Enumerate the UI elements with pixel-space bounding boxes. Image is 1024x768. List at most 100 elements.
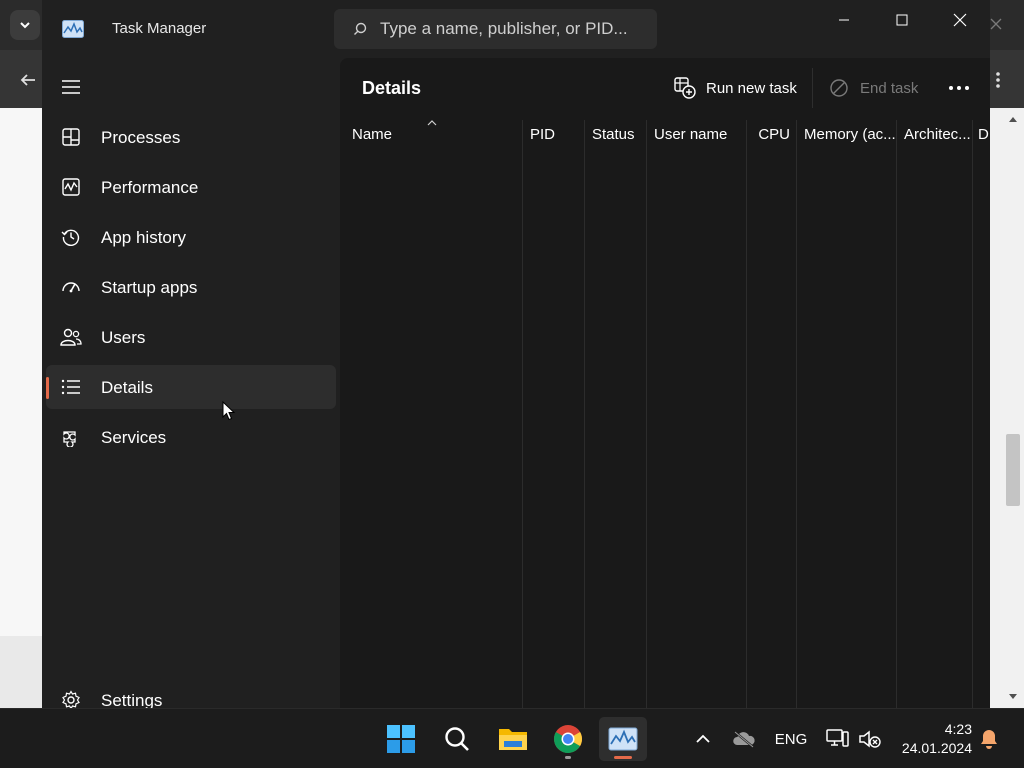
browser-menu-icon[interactable] — [988, 66, 1008, 94]
network-icon — [826, 729, 849, 747]
column-header-name[interactable]: Name — [344, 118, 522, 150]
more-options-button[interactable] — [944, 72, 974, 104]
page-title: Details — [362, 78, 422, 98]
details-icon — [60, 376, 82, 398]
sidebar-item-label: Startup apps — [101, 278, 198, 297]
more-options-icon — [949, 86, 969, 90]
search-icon — [445, 727, 469, 751]
sidebar-item-processes[interactable]: Processes — [46, 115, 336, 159]
language-indicator[interactable]: ENG — [774, 727, 808, 751]
sidebar-item-label: App history — [101, 228, 187, 247]
column-header-user-name[interactable]: User name — [646, 118, 746, 150]
sidebar-item-details[interactable]: Details — [46, 365, 336, 409]
column-header-cpu[interactable]: CPU — [746, 118, 796, 150]
column-divider — [896, 120, 897, 708]
onedrive-tray-button[interactable] — [731, 727, 757, 751]
scroll-down-arrow[interactable] — [1006, 690, 1020, 704]
details-page: Details Run new task End task Name PID S… — [340, 58, 990, 708]
users-icon — [60, 326, 82, 348]
chevron-up-icon — [696, 734, 710, 743]
search-box[interactable] — [334, 9, 657, 49]
column-header-architecture[interactable]: Architec... — [896, 118, 972, 150]
chrome-icon — [554, 725, 582, 753]
taskbar-search-button[interactable] — [433, 717, 481, 761]
end-task-icon — [828, 77, 850, 99]
sidebar-item-users[interactable]: Users — [46, 315, 336, 359]
search-icon — [354, 22, 367, 35]
file-explorer-icon — [499, 729, 527, 750]
bell-icon — [981, 730, 997, 749]
sidebar-item-label: Details — [101, 378, 153, 397]
column-divider — [584, 120, 585, 708]
start-icon — [387, 725, 415, 753]
onedrive-offline-icon — [733, 731, 755, 748]
taskbar: ENG 4:23 24.01.2024 — [0, 708, 1024, 768]
volume-tray-button[interactable] — [857, 727, 883, 751]
running-indicator — [565, 756, 571, 759]
volume-muted-icon — [859, 730, 881, 748]
scroll-up-arrow[interactable] — [1006, 112, 1020, 126]
column-divider — [522, 120, 523, 708]
app-history-icon — [60, 226, 82, 248]
taskbar-file-explorer[interactable] — [489, 717, 537, 761]
end-task-label: End task — [860, 79, 919, 97]
startup-apps-icon — [60, 276, 82, 298]
browser-back-button[interactable] — [14, 66, 42, 94]
mouse-cursor-icon — [222, 401, 236, 421]
run-new-task-button[interactable]: Run new task — [674, 72, 797, 104]
performance-icon — [60, 176, 82, 198]
column-divider — [796, 120, 797, 708]
scrollbar-thumb[interactable] — [1006, 434, 1020, 506]
services-icon — [60, 426, 82, 448]
taskbar-chrome[interactable] — [544, 717, 592, 761]
clock-date: 24.01.2024 — [901, 740, 972, 756]
maximize-button[interactable] — [873, 0, 931, 40]
close-icon — [953, 13, 967, 27]
task-manager-icon — [608, 727, 638, 751]
notifications-button[interactable] — [978, 727, 1000, 751]
navigation-sidebar: Processes Performance App history Startu… — [42, 58, 340, 708]
title-bar: Task Manager — [42, 0, 990, 58]
browser-page-content — [0, 108, 42, 636]
tab-search-button[interactable] — [10, 10, 40, 40]
clock[interactable]: 4:23 24.01.2024 — [896, 720, 972, 758]
column-header-status[interactable]: Status — [584, 118, 646, 150]
show-hidden-icons-button[interactable] — [692, 727, 714, 751]
maximize-icon — [896, 14, 908, 26]
end-task-button[interactable]: End task — [828, 72, 918, 104]
sidebar-item-label: Processes — [101, 128, 181, 147]
column-divider — [646, 120, 647, 708]
chevron-down-icon — [20, 22, 30, 29]
start-button[interactable] — [377, 717, 425, 761]
run-new-task-icon — [674, 77, 696, 99]
column-divider — [746, 120, 747, 708]
sidebar-item-settings[interactable]: Settings — [46, 678, 336, 708]
close-button[interactable] — [931, 0, 989, 40]
details-table: Name PID Status User name CPU Memory (ac… — [340, 118, 990, 708]
sidebar-item-label: Users — [101, 328, 146, 347]
hamburger-icon — [62, 80, 80, 94]
network-tray-button[interactable] — [825, 727, 851, 751]
sidebar-item-services[interactable]: Services — [46, 415, 336, 459]
column-header-pid[interactable]: PID — [522, 118, 584, 150]
sidebar-item-label: Services — [101, 428, 167, 447]
active-app-indicator — [614, 756, 632, 759]
search-input[interactable] — [380, 9, 650, 49]
minimize-button[interactable] — [815, 0, 873, 40]
selected-indicator — [46, 377, 49, 399]
sidebar-item-app-history[interactable]: App history — [46, 215, 336, 259]
clock-time: 4:23 — [944, 721, 972, 737]
sidebar-item-startup-apps[interactable]: Startup apps — [46, 265, 336, 309]
column-header-memory[interactable]: Memory (ac... — [796, 118, 896, 150]
processes-icon — [60, 126, 82, 148]
back-arrow-icon — [20, 74, 35, 86]
hamburger-menu-button[interactable] — [56, 72, 86, 102]
sidebar-item-label: Performance — [101, 178, 199, 197]
command-bar-separator — [812, 68, 813, 108]
sidebar-item-performance[interactable]: Performance — [46, 165, 336, 209]
taskbar-task-manager[interactable] — [599, 717, 647, 761]
column-header-description[interactable]: D — [972, 118, 990, 150]
task-manager-app-icon — [62, 20, 84, 38]
column-divider — [972, 120, 973, 708]
browser-page-content-lower — [0, 636, 42, 708]
